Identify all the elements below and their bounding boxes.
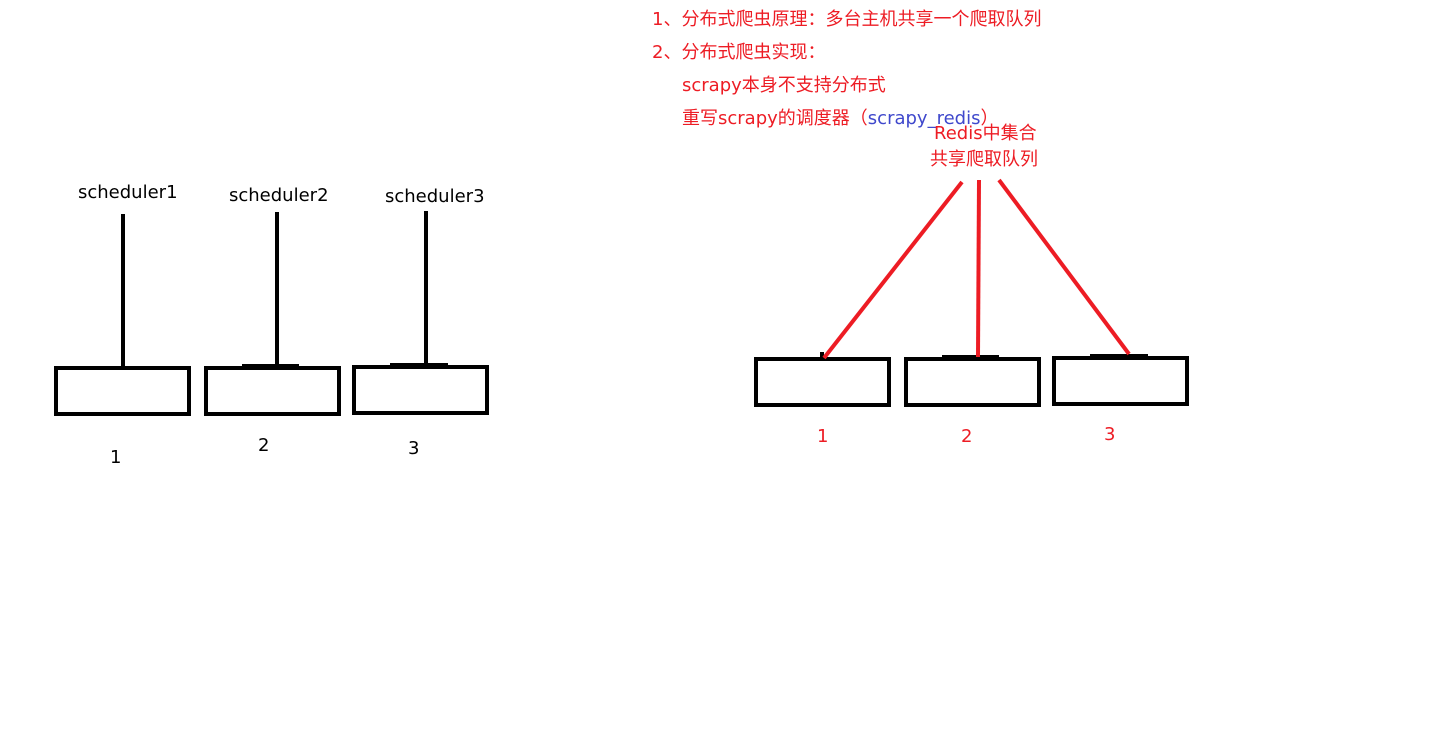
- scheduler-label-1: scheduler1: [78, 182, 178, 203]
- note-rewrite-prefix: 重写scrapy的调度器（: [682, 108, 868, 129]
- note-scrapy-not-distributed: scrapy本身不支持分布式: [682, 75, 886, 96]
- scheduler-label-3: scheduler3: [385, 186, 485, 207]
- shared-host-number-2: 2: [961, 426, 973, 447]
- queue-label-line1: Redis中集合: [934, 123, 1037, 144]
- host-number-1: 1: [110, 447, 122, 468]
- queue-label-line2: 共享爬取队列: [930, 149, 1038, 170]
- host-number-2: 2: [258, 435, 270, 456]
- drawing-canvas: 1、分布式爬虫原理：多台主机共享一个爬取队列 2、分布式爬虫实现： scrapy…: [0, 0, 1434, 736]
- scheduler-label-2: scheduler2: [229, 185, 329, 206]
- queue-link-2: [976, 179, 981, 358]
- host-box-1: [54, 366, 191, 416]
- shared-host-box-1: [754, 357, 891, 407]
- host-box-3: [352, 365, 489, 415]
- queue-link-3: [997, 178, 1131, 356]
- note-principle: 1、分布式爬虫原理：多台主机共享一个爬取队列: [652, 9, 1042, 30]
- host-number-3: 3: [408, 438, 420, 459]
- shared-host-box-3: [1052, 356, 1189, 406]
- shared-host-number-1: 1: [817, 426, 829, 447]
- shared-host-box-2: [904, 357, 1041, 407]
- shared-host-number-3: 3: [1104, 424, 1116, 445]
- queue-link-1: [822, 180, 964, 360]
- note-implementation: 2、分布式爬虫实现：: [652, 42, 826, 63]
- host-box-2: [204, 366, 341, 416]
